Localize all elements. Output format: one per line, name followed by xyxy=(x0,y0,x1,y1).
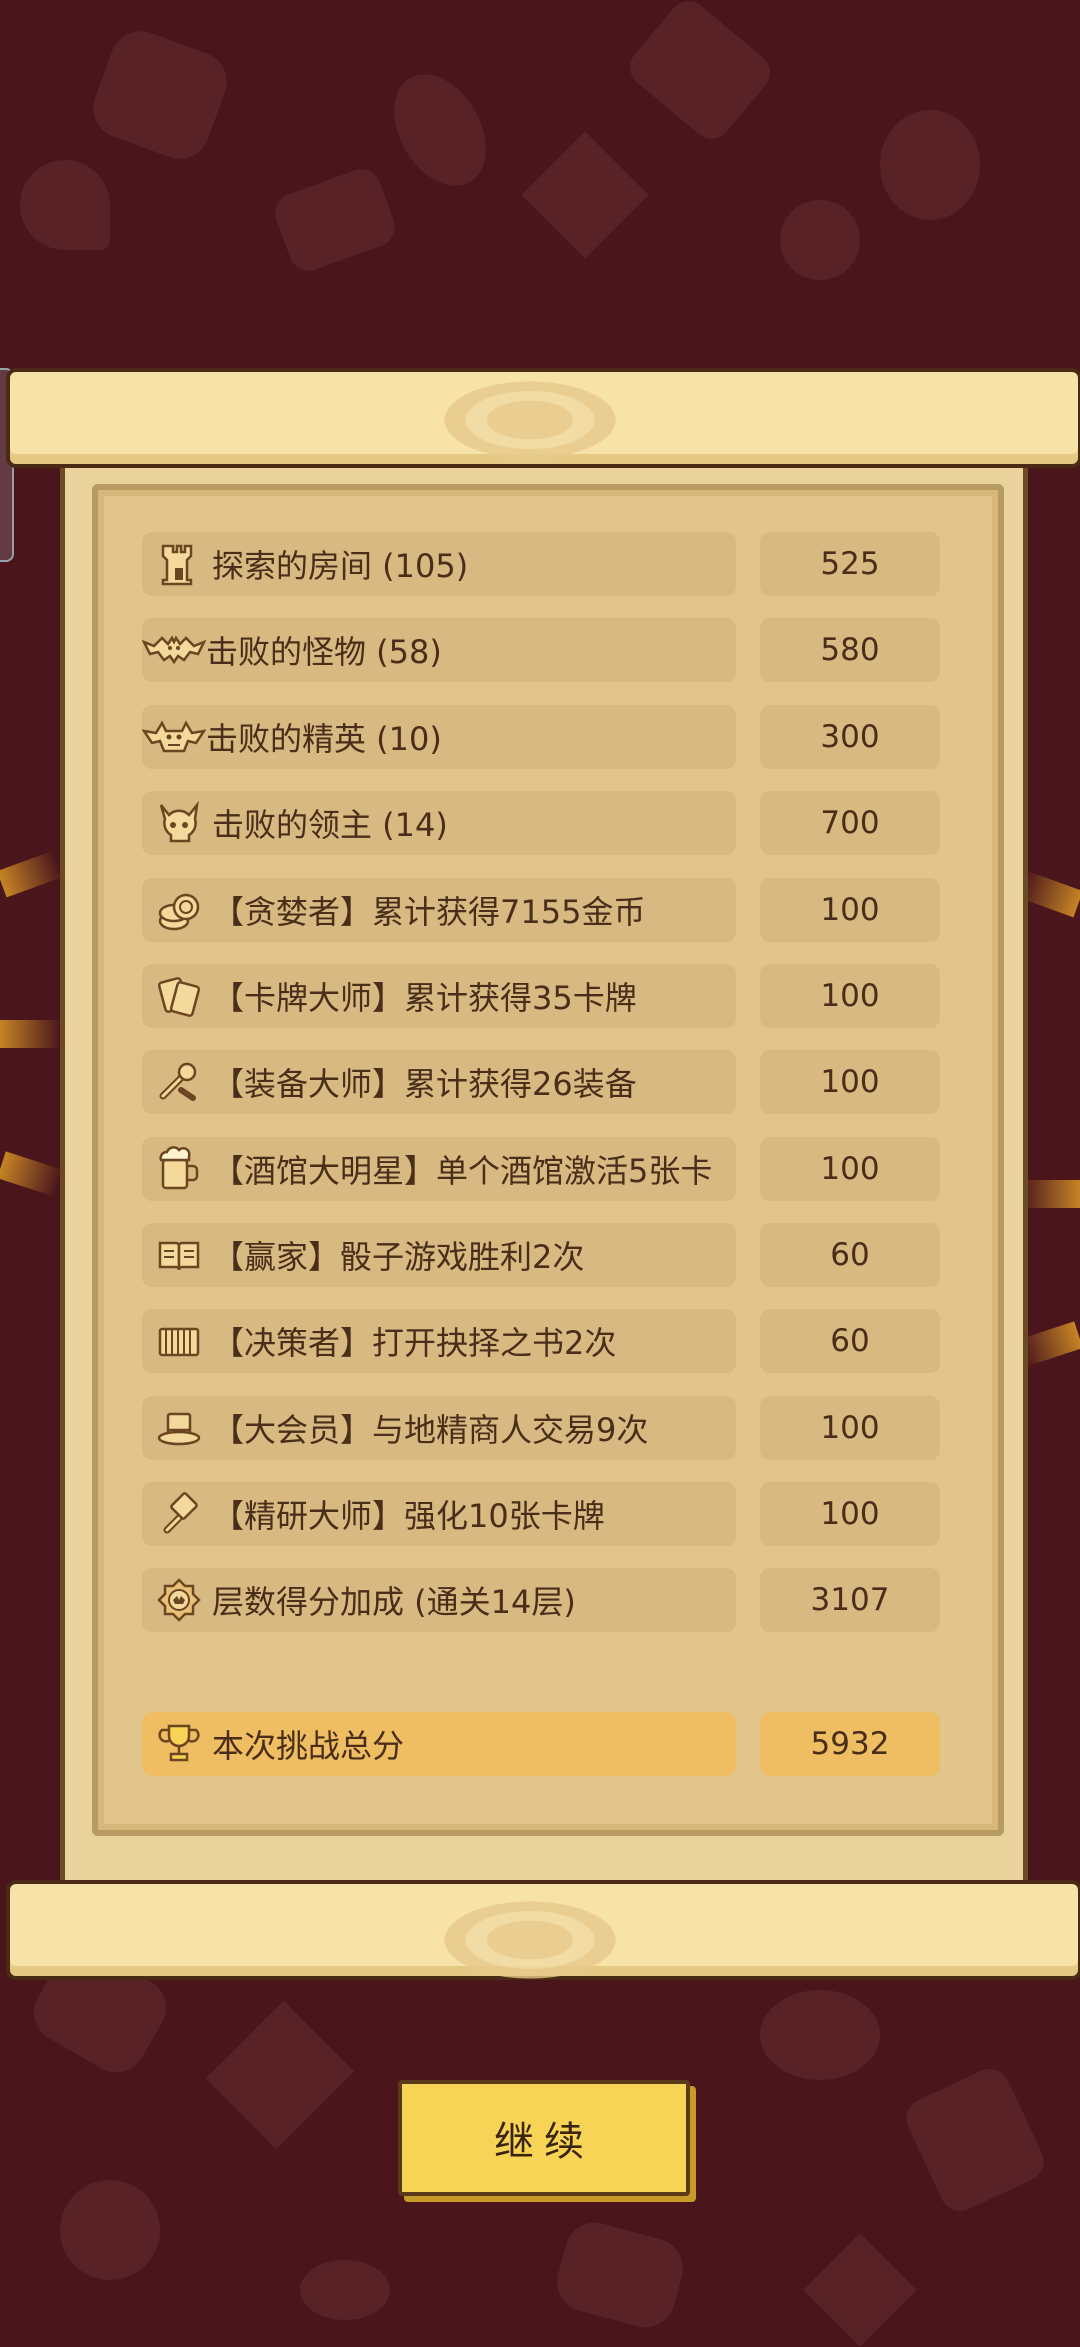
score-row: 【精研大师】强化10张卡牌 xyxy=(142,1482,736,1546)
row-label: 击败的领主 (14) xyxy=(212,806,448,844)
score-row: 【装备大师】累计获得26装备 xyxy=(142,1050,736,1114)
row-score: 580 xyxy=(760,618,940,682)
score-row: 探索的房间 (105) xyxy=(142,532,736,596)
row-score: 300 xyxy=(760,705,940,769)
row-label: 【卡牌大师】累计获得35卡牌 xyxy=(212,979,637,1017)
row-score: 100 xyxy=(760,1137,940,1201)
row-score: 60 xyxy=(760,1309,940,1373)
trophy-icon xyxy=(156,1721,202,1767)
score-row: 【大会员】与地精商人交易9次 xyxy=(142,1396,736,1460)
row-score: 60 xyxy=(760,1223,940,1287)
crest-badge-icon xyxy=(156,1577,202,1623)
tower-icon xyxy=(156,541,202,587)
row-label: 【决策者】打开抉择之书2次 xyxy=(212,1324,617,1362)
row-score: 525 xyxy=(760,532,940,596)
row-label: 【酒馆大明星】单个酒馆激活5张卡 xyxy=(212,1152,713,1190)
hammer-icon xyxy=(156,1491,202,1537)
score-row: 【决策者】打开抉择之书2次 xyxy=(142,1309,736,1373)
row-label: 探索的房间 (105) xyxy=(212,547,469,585)
row-label: 【精研大师】强化10张卡牌 xyxy=(212,1497,605,1535)
row-score: 700 xyxy=(760,791,940,855)
row-label: 【大会员】与地精商人交易9次 xyxy=(212,1411,649,1449)
total-score: 5932 xyxy=(760,1712,940,1776)
row-score: 3107 xyxy=(760,1568,940,1632)
row-label: 击败的怪物 (58) xyxy=(206,633,442,671)
winged-demon-icon xyxy=(142,714,206,760)
score-row: 击败的怪物 (58) xyxy=(142,618,736,682)
row-score: 100 xyxy=(760,964,940,1028)
row-label: 【装备大师】累计获得26装备 xyxy=(212,1065,637,1103)
score-row: 击败的领主 (14) xyxy=(142,791,736,855)
row-score: 100 xyxy=(760,1396,940,1460)
cards-icon xyxy=(156,973,202,1019)
bat-icon xyxy=(142,627,206,673)
scroll-swirl-bottom xyxy=(430,1895,630,1985)
coins-icon xyxy=(156,887,202,933)
open-book-icon xyxy=(156,1232,202,1278)
score-row: 击败的精英 (10) xyxy=(142,705,736,769)
row-label: 击败的精英 (10) xyxy=(206,720,442,758)
score-row: 【贪婪者】累计获得7155金币 xyxy=(142,878,736,942)
scroll-swirl-top xyxy=(430,375,630,465)
total-label: 本次挑战总分 xyxy=(212,1727,405,1765)
row-label: 层数得分加成 (通关14层) xyxy=(212,1583,576,1621)
horned-skull-icon xyxy=(156,800,202,846)
row-label: 【赢家】骰子游戏胜利2次 xyxy=(212,1238,585,1276)
score-row: 【赢家】骰子游戏胜利2次 xyxy=(142,1223,736,1287)
top-hat-icon xyxy=(156,1405,202,1451)
continue-button[interactable]: 继续 xyxy=(398,2080,690,2196)
score-row: 【酒馆大明星】单个酒馆激活5张卡 xyxy=(142,1137,736,1201)
row-label: 【贪婪者】累计获得7155金币 xyxy=(212,893,646,931)
row-score: 100 xyxy=(760,1050,940,1114)
row-score: 100 xyxy=(760,878,940,942)
row-score: 100 xyxy=(760,1482,940,1546)
score-row: 层数得分加成 (通关14层) xyxy=(142,1568,736,1632)
equipment-icon xyxy=(156,1059,202,1105)
total-score-row: 本次挑战总分 xyxy=(142,1712,736,1776)
beer-mug-icon xyxy=(156,1146,202,1192)
book-icon xyxy=(156,1318,202,1364)
score-row: 【卡牌大师】累计获得35卡牌 xyxy=(142,964,736,1028)
